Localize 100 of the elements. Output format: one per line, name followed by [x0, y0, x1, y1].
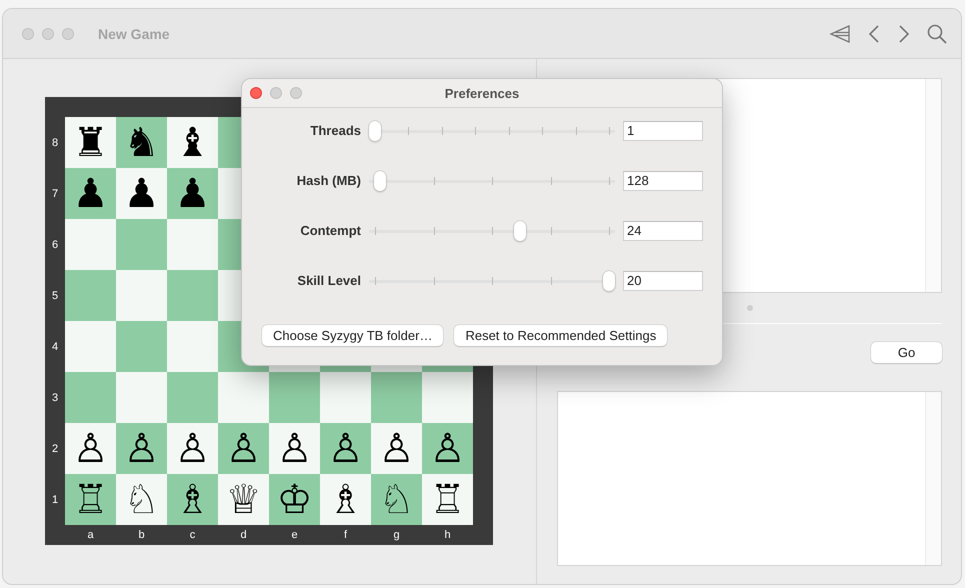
- dialog-title: Preferences: [444, 86, 520, 100]
- slider[interactable]: [369, 120, 615, 140]
- chess-piece[interactable]: ♜: [72, 122, 108, 162]
- chess-piece[interactable]: ♗: [174, 480, 210, 520]
- board-square[interactable]: ♖: [422, 474, 473, 525]
- rank-label: 5: [50, 288, 60, 304]
- board-square[interactable]: ♘: [371, 474, 422, 525]
- board-square[interactable]: [320, 372, 371, 423]
- chess-piece[interactable]: ♘: [124, 480, 160, 520]
- board-square[interactable]: ♔: [269, 474, 320, 525]
- board-square[interactable]: ♞: [116, 117, 167, 168]
- value-field[interactable]: 20: [623, 270, 703, 290]
- board-square[interactable]: ♙: [269, 423, 320, 474]
- chess-piece[interactable]: ♞: [124, 122, 160, 162]
- chess-piece[interactable]: ♙: [226, 428, 262, 468]
- board-square[interactable]: ♜: [65, 117, 116, 168]
- chess-piece[interactable]: ♙: [124, 428, 160, 468]
- chess-piece[interactable]: ♖: [430, 480, 466, 520]
- zoom-button[interactable]: [62, 28, 74, 40]
- board-square[interactable]: ♕: [218, 474, 269, 525]
- minimize-button[interactable]: [42, 28, 54, 40]
- board-square[interactable]: ♙: [116, 423, 167, 474]
- slider-thumb[interactable]: [603, 270, 615, 290]
- board-square[interactable]: ♙: [422, 423, 473, 474]
- rank-label: 8: [50, 136, 60, 150]
- close-button[interactable]: [250, 87, 262, 99]
- chess-piece[interactable]: ♗: [328, 480, 364, 520]
- flip-board-icon[interactable]: [829, 24, 851, 44]
- chess-piece[interactable]: ♙: [328, 428, 364, 468]
- chess-piece[interactable]: ♕: [226, 480, 262, 520]
- board-square[interactable]: ♙: [167, 423, 218, 474]
- rank-label: 7: [50, 186, 60, 202]
- board-square[interactable]: [116, 270, 167, 321]
- board-square[interactable]: ♙: [371, 423, 422, 474]
- chess-piece[interactable]: ♙: [430, 428, 466, 468]
- chess-piece[interactable]: ♟: [72, 174, 108, 214]
- zoom-button[interactable]: [290, 87, 302, 99]
- split-handle[interactable]: [746, 305, 752, 311]
- slider-thumb[interactable]: [514, 220, 526, 240]
- board-square[interactable]: [167, 270, 218, 321]
- board-square[interactable]: [218, 372, 269, 423]
- board-square[interactable]: [116, 219, 167, 270]
- slider-thumb[interactable]: [369, 120, 381, 140]
- chess-piece[interactable]: ♝: [174, 122, 210, 162]
- board-square[interactable]: ♙: [320, 423, 371, 474]
- chess-piece[interactable]: ♖: [72, 480, 108, 520]
- search-icon[interactable]: [927, 24, 947, 44]
- scrollbar[interactable]: [925, 79, 941, 292]
- board-square[interactable]: [167, 219, 218, 270]
- minimize-button[interactable]: [270, 87, 282, 99]
- file-label: a: [86, 528, 95, 543]
- board-square[interactable]: [65, 372, 116, 423]
- board-square[interactable]: ♝: [167, 117, 218, 168]
- board-square[interactable]: ♙: [65, 423, 116, 474]
- file-label: g: [392, 528, 401, 543]
- board-square[interactable]: ♗: [167, 474, 218, 525]
- board-square[interactable]: [65, 321, 116, 372]
- chess-piece[interactable]: ♙: [72, 428, 108, 468]
- board-square[interactable]: [65, 219, 116, 270]
- board-square[interactable]: ♘: [116, 474, 167, 525]
- slider[interactable]: [369, 220, 615, 240]
- slider[interactable]: [369, 170, 615, 190]
- rank-label: 6: [50, 238, 60, 252]
- slider-thumb[interactable]: [374, 170, 386, 190]
- board-square[interactable]: [116, 372, 167, 423]
- board-square[interactable]: ♟: [116, 168, 167, 219]
- file-label: h: [443, 528, 452, 543]
- chess-piece[interactable]: ♟: [124, 174, 160, 214]
- dialog-button[interactable]: Choose Syzygy TB folder…: [262, 325, 444, 346]
- chess-piece[interactable]: ♘: [378, 480, 414, 520]
- board-square[interactable]: ♗: [320, 474, 371, 525]
- board-square[interactable]: [422, 372, 473, 423]
- chess-piece[interactable]: ♙: [174, 428, 210, 468]
- board-square[interactable]: [167, 372, 218, 423]
- board-square[interactable]: ♙: [218, 423, 269, 474]
- board-square[interactable]: ♟: [167, 168, 218, 219]
- go-button[interactable]: Go: [871, 342, 942, 363]
- board-square[interactable]: ♖: [65, 474, 116, 525]
- board-square[interactable]: [167, 321, 218, 372]
- board-square[interactable]: [116, 321, 167, 372]
- board-square[interactable]: [371, 372, 422, 423]
- chess-piece[interactable]: ♙: [378, 428, 414, 468]
- chess-piece[interactable]: ♟: [174, 174, 210, 214]
- chess-piece[interactable]: ♙: [276, 428, 312, 468]
- scrollbar[interactable]: [925, 392, 941, 565]
- slider[interactable]: [369, 270, 615, 290]
- back-icon[interactable]: [867, 24, 881, 44]
- board-square[interactable]: [65, 270, 116, 321]
- board-square[interactable]: [269, 372, 320, 423]
- value-field[interactable]: 128: [623, 170, 703, 190]
- window-title: New Game: [98, 26, 170, 42]
- chess-piece[interactable]: ♔: [276, 480, 312, 520]
- dialog-button[interactable]: Reset to Recommended Settings: [454, 325, 668, 346]
- forward-icon[interactable]: [897, 24, 911, 44]
- value-field[interactable]: 24: [623, 220, 703, 240]
- analysis-output-area[interactable]: [557, 391, 942, 566]
- rank-label: 4: [50, 340, 60, 354]
- board-square[interactable]: ♟: [65, 168, 116, 219]
- rank-label: 2: [50, 442, 60, 456]
- value-field[interactable]: 1: [623, 120, 703, 140]
